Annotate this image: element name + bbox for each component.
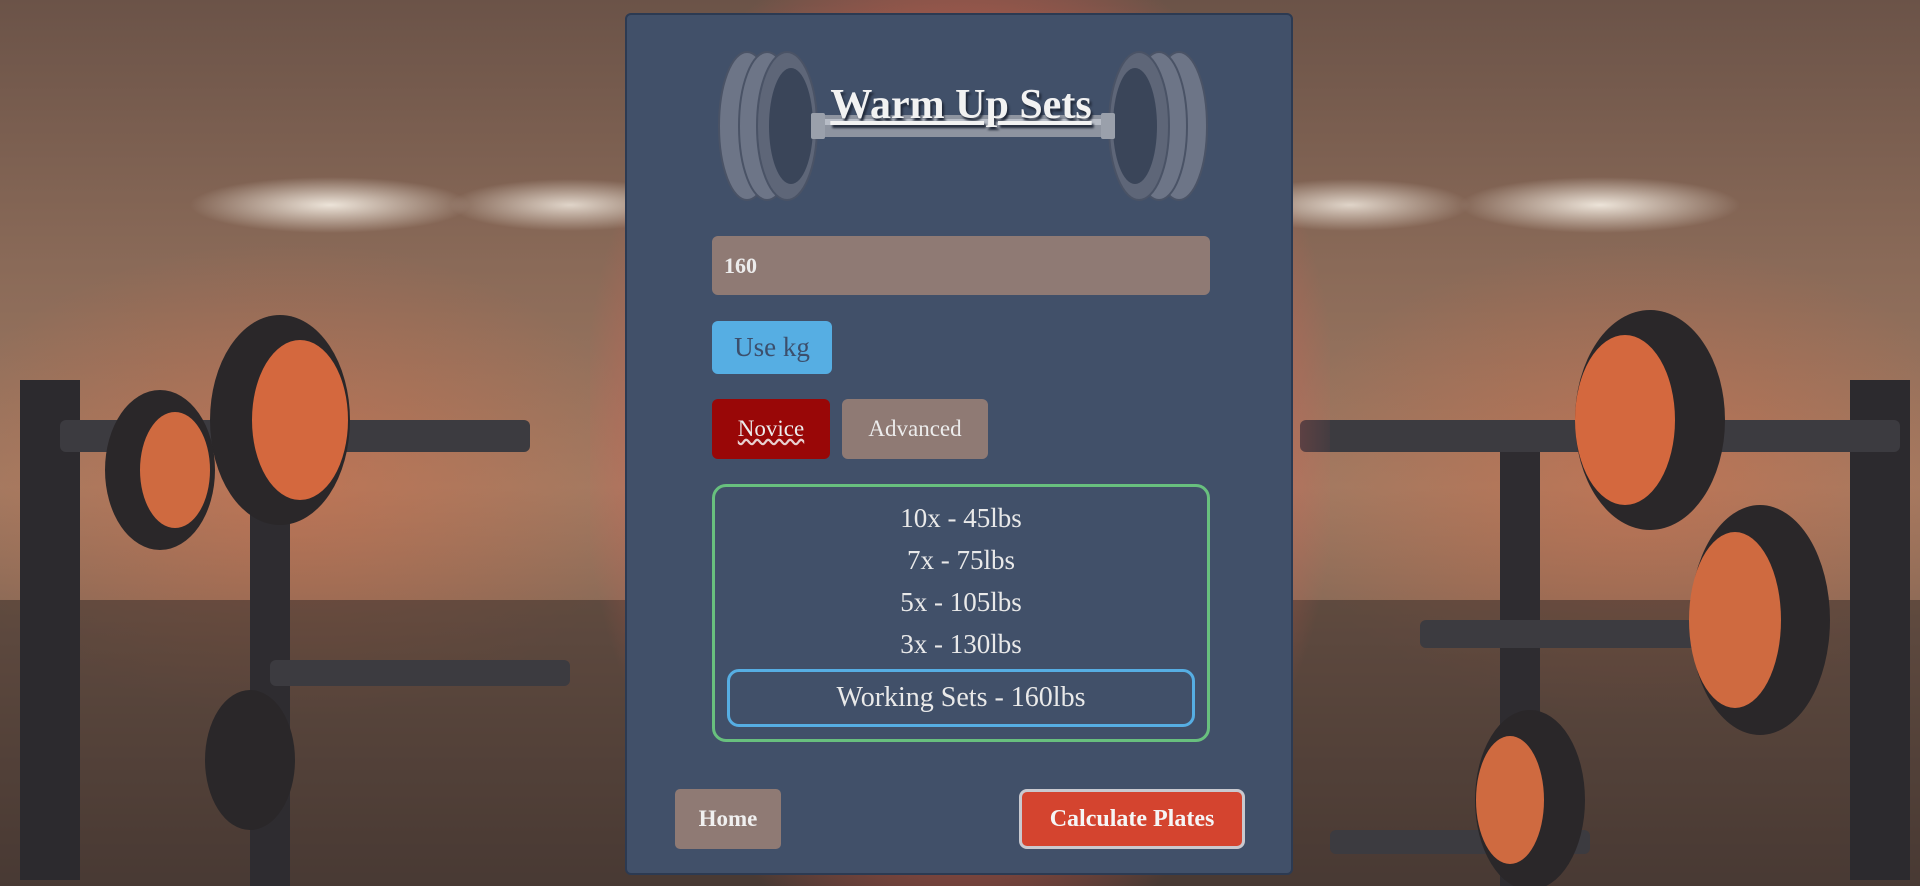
novice-button[interactable]: Novice (712, 399, 830, 459)
set-row: 3x - 130lbs (900, 629, 1022, 659)
warmup-panel: Warm Up Sets Use kg Novice Advanced 10x … (625, 13, 1293, 875)
calculate-plates-button[interactable]: Calculate Plates (1019, 789, 1245, 849)
use-kg-button[interactable]: Use kg (712, 321, 832, 374)
page-title: Warm Up Sets (830, 82, 1092, 128)
set-row: 7x - 75lbs (907, 545, 1015, 575)
set-row: 5x - 105lbs (900, 587, 1022, 617)
home-button[interactable]: Home (675, 789, 781, 849)
set-row: 10x - 45lbs (900, 503, 1022, 533)
warmup-sets-list: 10x - 45lbs 7x - 75lbs 5x - 105lbs 3x - … (712, 484, 1210, 742)
working-sets-row: Working Sets - 160lbs (727, 669, 1195, 727)
advanced-button[interactable]: Advanced (842, 399, 988, 459)
weight-input[interactable] (712, 236, 1210, 295)
